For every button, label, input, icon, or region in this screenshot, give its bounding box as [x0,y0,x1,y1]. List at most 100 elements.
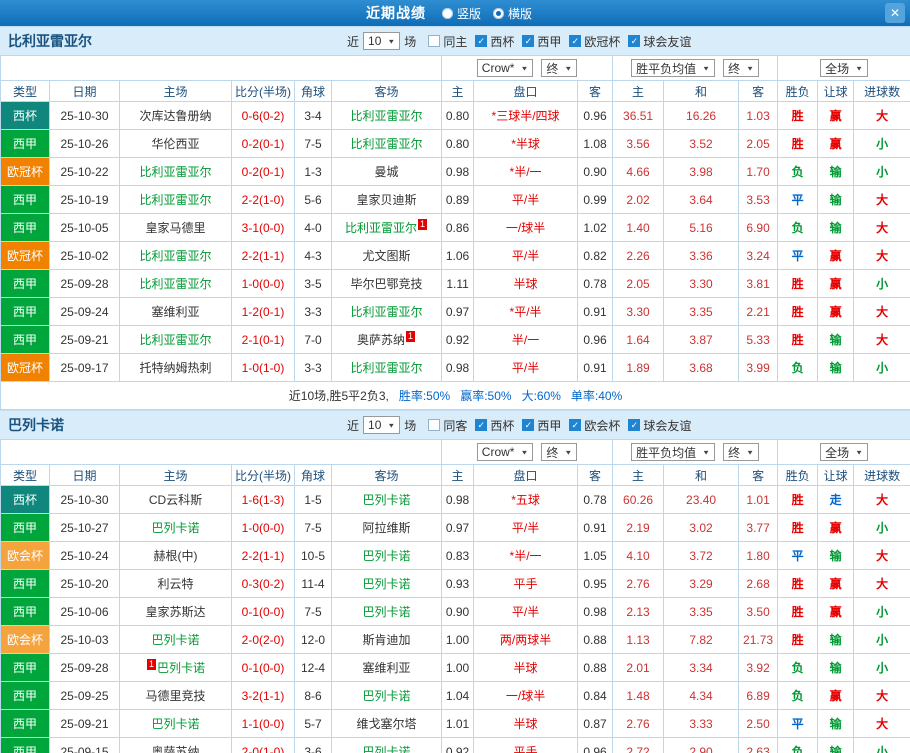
home-handicap-odds: 0.86 [441,213,475,242]
goals-result: 大 [853,569,910,598]
match-score: 3-1(0-0) [231,213,295,242]
radio-option-horizontal[interactable]: 横版 [493,5,532,22]
filter-option-欧会杯[interactable]: ✓ 欧会杯 [569,417,620,434]
match-date: 25-10-30 [49,101,120,130]
handicap-result: 输 [817,737,855,753]
filter-option-西甲[interactable]: ✓ 西甲 [522,33,561,50]
filter-option-欧冠杯[interactable]: ✓ 欧冠杯 [569,33,620,50]
match-result: 胜 [777,625,819,654]
team-name-text: 阿拉维斯 [362,521,411,535]
layout-toggle: 竖版 横版 [441,5,544,22]
filter-option-同客[interactable]: 同客 [428,417,467,434]
handicap-line: 平/半 [473,185,579,214]
odds-company-select[interactable]: Crow* ▼ [476,59,534,77]
handicap-line: *五球 [473,485,579,514]
recent-count-select[interactable]: 10 ▼ [363,32,401,50]
competition-badge: 西甲 [0,709,50,738]
filter-option-label: 球会友谊 [643,418,692,433]
odds-time-select[interactable]: 终 ▼ [541,59,578,77]
match-date: 25-10-30 [49,485,120,514]
home-team: 比利亚雷亚尔 [119,241,232,270]
match-result: 胜 [777,597,819,626]
checkbox-checked-icon[interactable]: ✓ [522,35,535,47]
chevron-down-icon: ▼ [520,64,529,72]
avg-odds-select[interactable]: 胜平负均值 ▼ [631,443,716,461]
avg-time-select[interactable]: 终 ▼ [723,59,759,77]
match-result: 平 [777,541,819,570]
team-name-text: 塞维利亚 [362,661,411,675]
checkbox-checked-icon[interactable]: ✓ [475,35,488,47]
odds-time-select[interactable]: 终 ▼ [541,443,578,461]
goals-result: 小 [853,653,910,682]
handicap-line: *三球半/四球 [473,101,579,130]
checkbox-checked-icon[interactable]: ✓ [628,35,641,47]
away-handicap-odds: 0.98 [577,597,614,626]
corner-score: 3-5 [294,269,332,298]
lose-odds: 1.70 [738,157,779,186]
avg-time-select[interactable]: 终 ▼ [723,443,759,461]
team-name-text: 巴列卡诺 [151,633,200,647]
match-result: 胜 [777,485,819,514]
away-handicap-odds: 0.88 [577,625,614,654]
col-date: 日期 [49,464,120,486]
lose-odds: 1.01 [738,485,779,514]
checkbox-unchecked-icon[interactable] [428,35,441,47]
filter-option-西杯[interactable]: ✓ 西杯 [475,33,514,50]
filter-option-球会友谊[interactable]: ✓ 球会友谊 [628,417,691,434]
checkbox-checked-icon[interactable]: ✓ [569,35,582,47]
away-handicap-odds: 1.02 [577,213,614,242]
team-name-text: 斯肯迪加 [362,633,411,647]
col-corner: 角球 [294,464,332,486]
match-row: 西杯 25-10-30 CD云科斯 1-6(1-3) 1-5 巴列卡诺 0.98 *五球 0.7… [0,485,910,514]
filter-option-球会友谊[interactable]: ✓ 球会友谊 [628,33,691,50]
filter-option-label: 球会友谊 [643,34,692,49]
match-score: 2-2(1-0) [231,185,295,214]
chevron-down-icon: ▼ [564,64,573,72]
radio-icon[interactable] [493,7,504,19]
match-row: 西甲 25-09-25 马德里竞技 3-2(1-1) 8-6 巴列卡诺 1.04 一/球半 0.… [0,681,910,710]
chevron-down-icon: ▼ [702,64,711,72]
away-team: 毕尔巴鄂竞技 [330,269,443,298]
radio-option-vertical[interactable]: 竖版 [441,5,481,22]
team-name-text: 巴列卡诺 [362,745,411,753]
filter-option-西杯[interactable]: ✓ 西杯 [475,417,514,434]
match-date: 25-09-28 [49,653,120,682]
competition-badge: 欧冠杯 [0,157,50,186]
corner-score: 3-3 [294,297,332,326]
scope-select[interactable]: 全场 ▼ [820,59,869,77]
recent-count-select[interactable]: 10 ▼ [363,416,401,434]
close-icon[interactable]: ✕ [885,3,905,23]
radio-icon[interactable] [441,7,453,19]
win-odds: 1.89 [612,353,665,382]
home-team: 1 巴列卡诺 [119,653,232,682]
checkbox-checked-icon[interactable]: ✓ [569,419,582,431]
checkbox-checked-icon[interactable]: ✓ [475,419,488,431]
checkbox-unchecked-icon[interactable] [428,419,441,431]
home-team: 赫根(中) [119,541,232,570]
match-result: 负 [777,353,819,382]
corner-score: 12-4 [294,653,332,682]
match-result: 胜 [777,513,819,542]
match-row: 西甲 25-10-19 比利亚雷亚尔 2-2(1-0) 5-6 皇家贝迪斯 0.89 平/半 0… [0,185,910,214]
col-home: 主场 [119,80,232,102]
handicap-select-cell: Crow* ▼ 终 ▼ [441,55,614,81]
team-name-text: 比利亚雷亚尔 [350,137,423,151]
scope-select[interactable]: 全场 ▼ [820,443,869,461]
avg-odds-select[interactable]: 胜平负均值 ▼ [631,59,716,77]
away-team: 巴列卡诺 [330,597,443,626]
filter-option-西甲[interactable]: ✓ 西甲 [522,417,561,434]
odds-company-select[interactable]: Crow* ▼ [476,443,534,461]
col-home: 主场 [119,464,232,486]
corner-score: 1-5 [294,485,332,514]
scope-select-cell: 全场 ▼ [777,55,910,81]
match-row: 西杯 25-10-30 次库达鲁册纳 0-6(0-2) 3-4 比利亚雷亚尔 0.80 *三球… [0,101,910,130]
home-team: 巴列卡诺 [119,625,232,654]
scope-value: 全场 [825,445,850,460]
draw-odds: 3.87 [663,325,740,354]
checkbox-checked-icon[interactable]: ✓ [522,419,535,431]
team-name-text: 巴列卡诺 [362,689,411,703]
competition-badge: 西甲 [0,569,50,598]
filter-option-同主[interactable]: 同主 [428,33,467,50]
checkbox-checked-icon[interactable]: ✓ [628,419,641,431]
match-row: 西甲 25-09-15 奥萨苏纳 2-0(1-0) 3-6 巴列卡诺 0.92 平手 0.96 2… [0,737,910,753]
